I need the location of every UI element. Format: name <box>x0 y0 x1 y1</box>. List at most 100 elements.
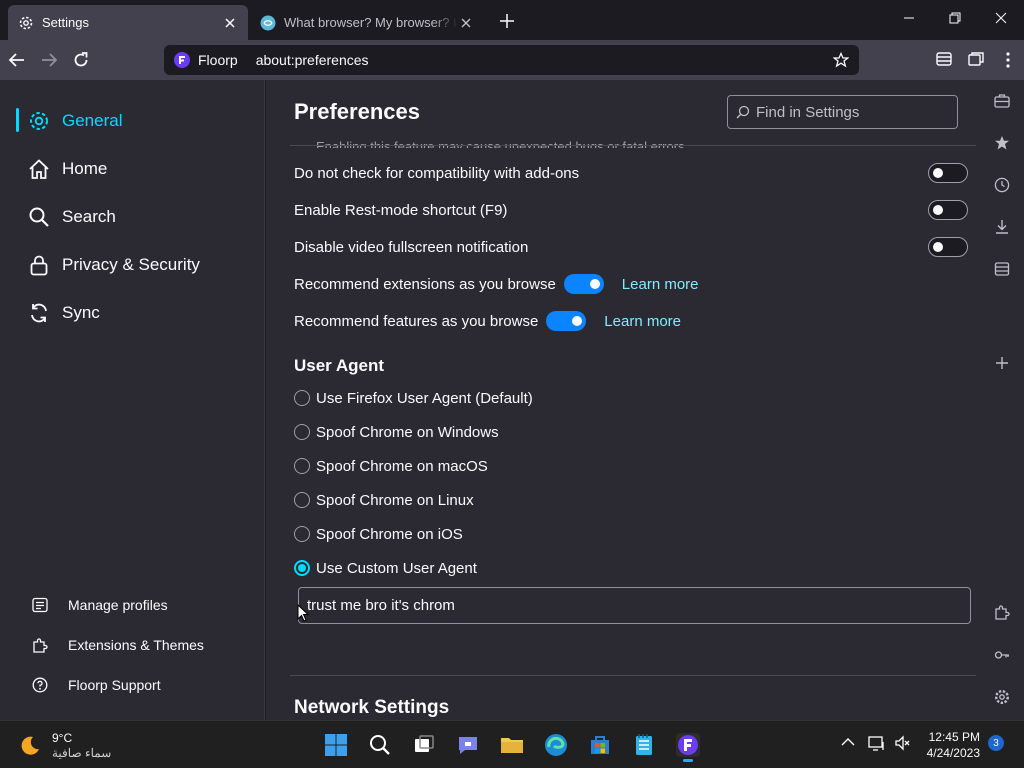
identity-label[interactable]: Floorp <box>198 52 238 68</box>
network-tray-icon[interactable] <box>868 734 892 758</box>
close-tab-icon[interactable] <box>222 15 238 31</box>
category-label: Home <box>62 159 108 178</box>
plus-icon <box>500 14 514 28</box>
setting-label: Do not check for compatibility with add-… <box>294 164 580 182</box>
floorp-support-link[interactable]: Floorp Support <box>32 673 161 697</box>
windows-logo-icon <box>325 734 347 756</box>
store-icon <box>591 736 609 754</box>
toolbox-button[interactable] <box>994 93 1010 109</box>
downloads-panel-button[interactable] <box>994 219 1010 235</box>
radio-button[interactable] <box>294 390 310 406</box>
restore-button[interactable] <box>949 12 961 24</box>
reload-button[interactable] <box>72 51 90 69</box>
link-label: Manage profiles <box>68 597 168 613</box>
weather-widget[interactable]: 9°C سماء صافية <box>18 731 111 761</box>
toggle-knob <box>933 205 943 215</box>
radio-label: Use Firefox User Agent (Default) <box>316 389 533 407</box>
taskbar-search-button[interactable] <box>368 733 392 757</box>
learn-more-link[interactable]: Learn more <box>604 313 681 330</box>
sidebar-toggle-button[interactable] <box>936 51 952 67</box>
sidebar-icon <box>936 52 952 66</box>
add-panel-button[interactable] <box>994 355 1010 371</box>
clock[interactable]: 12:45 PM 4/24/2023 <box>922 729 980 761</box>
notes-panel-button[interactable] <box>994 261 1010 277</box>
floorp-taskbar-button[interactable] <box>676 733 700 762</box>
custom-user-agent-input[interactable] <box>298 587 971 624</box>
user-agent-heading: User Agent <box>294 356 385 375</box>
gear-icon <box>994 689 1010 705</box>
tab-settings[interactable]: Settings <box>8 5 248 40</box>
clock-icon <box>994 177 1010 193</box>
ua-radio-chrome-macos[interactable]: Spoof Chrome on macOS <box>294 455 488 477</box>
category-home[interactable]: Home <box>16 154 107 184</box>
radio-button-selected[interactable] <box>294 560 310 576</box>
addons-button[interactable] <box>994 604 1010 620</box>
settings-button[interactable] <box>994 689 1010 705</box>
url-bar[interactable]: Floorp about:preferences <box>164 45 859 75</box>
app-menu-button[interactable] <box>1004 51 1012 69</box>
volume-tray-icon[interactable] <box>894 734 918 758</box>
extensions-themes-link[interactable]: Extensions & Themes <box>32 633 204 657</box>
preferences-pane: Preferences Find in Settings Enabling th… <box>266 80 980 720</box>
file-explorer-button[interactable] <box>500 733 524 757</box>
tab-whatbrowser[interactable]: What browser? My browser? Is my <box>252 5 482 40</box>
new-tab-button[interactable] <box>500 14 514 28</box>
forward-button[interactable] <box>40 51 58 69</box>
learn-more-link[interactable]: Learn more <box>622 276 699 293</box>
close-tab-icon[interactable] <box>458 15 474 31</box>
radio-button[interactable] <box>294 526 310 542</box>
ua-radio-chrome-linux[interactable]: Spoof Chrome on Linux <box>294 489 474 511</box>
addon-compat-row: Do not check for compatibility with add-… <box>294 161 579 185</box>
ua-radio-chrome-windows[interactable]: Spoof Chrome on Windows <box>294 421 499 443</box>
recommend-extensions-toggle[interactable] <box>563 274 604 294</box>
gear-icon <box>19 16 33 29</box>
bookmarks-panel-button[interactable] <box>994 135 1010 151</box>
url-text[interactable]: about:preferences <box>256 52 369 68</box>
category-general[interactable]: General <box>16 106 122 136</box>
minimize-button[interactable] <box>903 12 915 24</box>
category-label: Search <box>62 207 116 226</box>
window-stack-icon <box>968 52 984 66</box>
floorp-logo-icon <box>678 735 698 755</box>
task-view-button[interactable] <box>412 733 436 757</box>
category-search[interactable]: Search <box>16 202 116 232</box>
arrow-right-icon <box>42 53 58 67</box>
radio-button[interactable] <box>294 492 310 508</box>
video-fullscreen-row: Disable video fullscreen notification <box>294 235 528 259</box>
teams-chat-button[interactable] <box>456 733 480 757</box>
radio-label: Spoof Chrome on iOS <box>316 525 463 543</box>
back-button[interactable] <box>8 51 26 69</box>
rest-mode-toggle[interactable] <box>928 200 968 220</box>
ua-radio-chrome-ios[interactable]: Spoof Chrome on iOS <box>294 523 463 545</box>
clock-date: 4/24/2023 <box>926 746 980 760</box>
history-panel-button[interactable] <box>994 177 1010 193</box>
radio-button[interactable] <box>294 458 310 474</box>
radio-button[interactable] <box>294 424 310 440</box>
ua-radio-firefox[interactable]: Use Firefox User Agent (Default) <box>294 387 533 409</box>
recommend-features-toggle[interactable] <box>546 311 587 331</box>
find-in-settings-input[interactable]: Find in Settings <box>727 95 958 129</box>
tab-groups-button[interactable] <box>968 51 984 67</box>
download-icon <box>996 220 1008 234</box>
notes-icon <box>994 262 1010 276</box>
plus-icon <box>996 357 1008 369</box>
addon-compat-toggle[interactable] <box>928 163 968 183</box>
show-hidden-icons-button[interactable] <box>840 734 864 758</box>
video-fullscreen-toggle[interactable] <box>928 237 968 257</box>
edge-button[interactable] <box>544 733 568 757</box>
page-title: Preferences <box>294 99 420 124</box>
search-icon <box>736 105 750 119</box>
notepad-button[interactable] <box>632 733 656 757</box>
store-button[interactable] <box>588 733 612 757</box>
passwords-button[interactable] <box>994 647 1010 663</box>
manage-profiles-link[interactable]: Manage profiles <box>32 593 168 617</box>
kebab-menu-icon <box>1006 52 1010 68</box>
close-window-button[interactable] <box>995 12 1007 24</box>
tab-strip: Settings What browser? My browser? Is my <box>0 0 1024 40</box>
ua-radio-custom[interactable]: Use Custom User Agent <box>294 557 477 579</box>
category-privacy[interactable]: Privacy & Security <box>16 250 200 280</box>
start-button[interactable] <box>324 733 348 757</box>
category-sync[interactable]: Sync <box>16 298 100 328</box>
bookmark-star-icon[interactable] <box>833 52 849 68</box>
notification-badge[interactable]: 3 <box>988 735 1004 751</box>
